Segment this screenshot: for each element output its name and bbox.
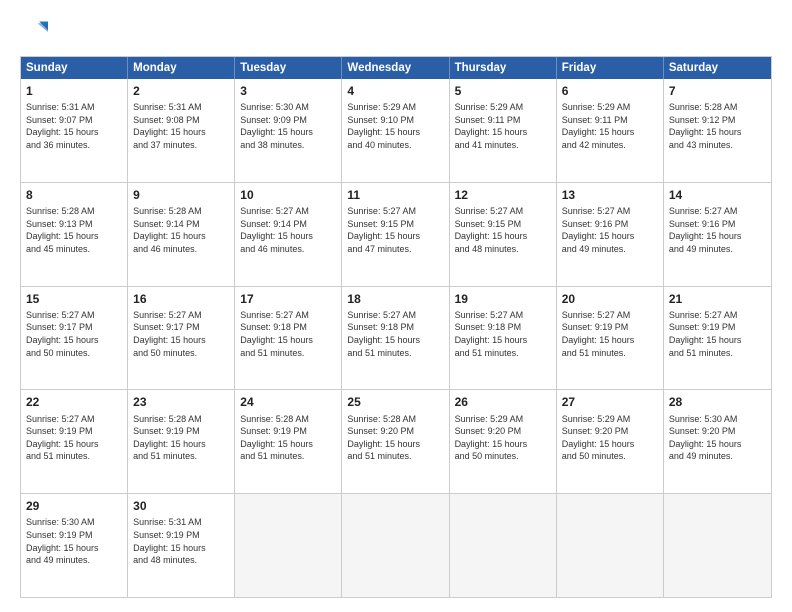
cal-cell-9: 9Sunrise: 5:28 AMSunset: 9:14 PMDaylight… (128, 183, 235, 286)
cal-cell-28: 28Sunrise: 5:30 AMSunset: 9:20 PMDayligh… (664, 390, 771, 493)
cal-cell-30: 30Sunrise: 5:31 AMSunset: 9:19 PMDayligh… (128, 494, 235, 597)
cal-cell-25: 25Sunrise: 5:28 AMSunset: 9:20 PMDayligh… (342, 390, 449, 493)
cal-cell-10: 10Sunrise: 5:27 AMSunset: 9:14 PMDayligh… (235, 183, 342, 286)
cal-cell-6: 6Sunrise: 5:29 AMSunset: 9:11 PMDaylight… (557, 79, 664, 182)
cal-cell-27: 27Sunrise: 5:29 AMSunset: 9:20 PMDayligh… (557, 390, 664, 493)
cal-cell-22: 22Sunrise: 5:27 AMSunset: 9:19 PMDayligh… (21, 390, 128, 493)
calendar-row-4: 29Sunrise: 5:30 AMSunset: 9:19 PMDayligh… (21, 493, 771, 597)
cal-cell-7: 7Sunrise: 5:28 AMSunset: 9:12 PMDaylight… (664, 79, 771, 182)
header-day-wednesday: Wednesday (342, 57, 449, 79)
calendar-row-0: 1Sunrise: 5:31 AMSunset: 9:07 PMDaylight… (21, 79, 771, 182)
header-day-friday: Friday (557, 57, 664, 79)
cal-cell-12: 12Sunrise: 5:27 AMSunset: 9:15 PMDayligh… (450, 183, 557, 286)
cal-cell-1: 1Sunrise: 5:31 AMSunset: 9:07 PMDaylight… (21, 79, 128, 182)
cal-cell-17: 17Sunrise: 5:27 AMSunset: 9:18 PMDayligh… (235, 287, 342, 390)
cal-cell-3: 3Sunrise: 5:30 AMSunset: 9:09 PMDaylight… (235, 79, 342, 182)
calendar-row-2: 15Sunrise: 5:27 AMSunset: 9:17 PMDayligh… (21, 286, 771, 390)
cal-cell-16: 16Sunrise: 5:27 AMSunset: 9:17 PMDayligh… (128, 287, 235, 390)
cal-cell-empty-4-6 (664, 494, 771, 597)
cal-cell-18: 18Sunrise: 5:27 AMSunset: 9:18 PMDayligh… (342, 287, 449, 390)
cal-cell-24: 24Sunrise: 5:28 AMSunset: 9:19 PMDayligh… (235, 390, 342, 493)
cal-cell-empty-4-4 (450, 494, 557, 597)
cal-cell-13: 13Sunrise: 5:27 AMSunset: 9:16 PMDayligh… (557, 183, 664, 286)
calendar-body: 1Sunrise: 5:31 AMSunset: 9:07 PMDaylight… (21, 79, 771, 597)
page: SundayMondayTuesdayWednesdayThursdayFrid… (0, 0, 792, 612)
header-day-thursday: Thursday (450, 57, 557, 79)
calendar: SundayMondayTuesdayWednesdayThursdayFrid… (20, 56, 772, 598)
cal-cell-empty-4-3 (342, 494, 449, 597)
cal-cell-26: 26Sunrise: 5:29 AMSunset: 9:20 PMDayligh… (450, 390, 557, 493)
header-day-sunday: Sunday (21, 57, 128, 79)
cal-cell-19: 19Sunrise: 5:27 AMSunset: 9:18 PMDayligh… (450, 287, 557, 390)
cal-cell-20: 20Sunrise: 5:27 AMSunset: 9:19 PMDayligh… (557, 287, 664, 390)
cal-cell-23: 23Sunrise: 5:28 AMSunset: 9:19 PMDayligh… (128, 390, 235, 493)
cal-cell-21: 21Sunrise: 5:27 AMSunset: 9:19 PMDayligh… (664, 287, 771, 390)
logo (20, 18, 52, 46)
logo-icon (20, 18, 48, 46)
header-day-saturday: Saturday (664, 57, 771, 79)
cal-cell-2: 2Sunrise: 5:31 AMSunset: 9:08 PMDaylight… (128, 79, 235, 182)
cal-cell-15: 15Sunrise: 5:27 AMSunset: 9:17 PMDayligh… (21, 287, 128, 390)
calendar-row-1: 8Sunrise: 5:28 AMSunset: 9:13 PMDaylight… (21, 182, 771, 286)
header-day-tuesday: Tuesday (235, 57, 342, 79)
cal-cell-8: 8Sunrise: 5:28 AMSunset: 9:13 PMDaylight… (21, 183, 128, 286)
cal-cell-11: 11Sunrise: 5:27 AMSunset: 9:15 PMDayligh… (342, 183, 449, 286)
cal-cell-empty-4-2 (235, 494, 342, 597)
calendar-row-3: 22Sunrise: 5:27 AMSunset: 9:19 PMDayligh… (21, 389, 771, 493)
calendar-header: SundayMondayTuesdayWednesdayThursdayFrid… (21, 57, 771, 79)
header (20, 18, 772, 46)
cal-cell-empty-4-5 (557, 494, 664, 597)
cal-cell-14: 14Sunrise: 5:27 AMSunset: 9:16 PMDayligh… (664, 183, 771, 286)
cal-cell-29: 29Sunrise: 5:30 AMSunset: 9:19 PMDayligh… (21, 494, 128, 597)
header-day-monday: Monday (128, 57, 235, 79)
cal-cell-5: 5Sunrise: 5:29 AMSunset: 9:11 PMDaylight… (450, 79, 557, 182)
cal-cell-4: 4Sunrise: 5:29 AMSunset: 9:10 PMDaylight… (342, 79, 449, 182)
